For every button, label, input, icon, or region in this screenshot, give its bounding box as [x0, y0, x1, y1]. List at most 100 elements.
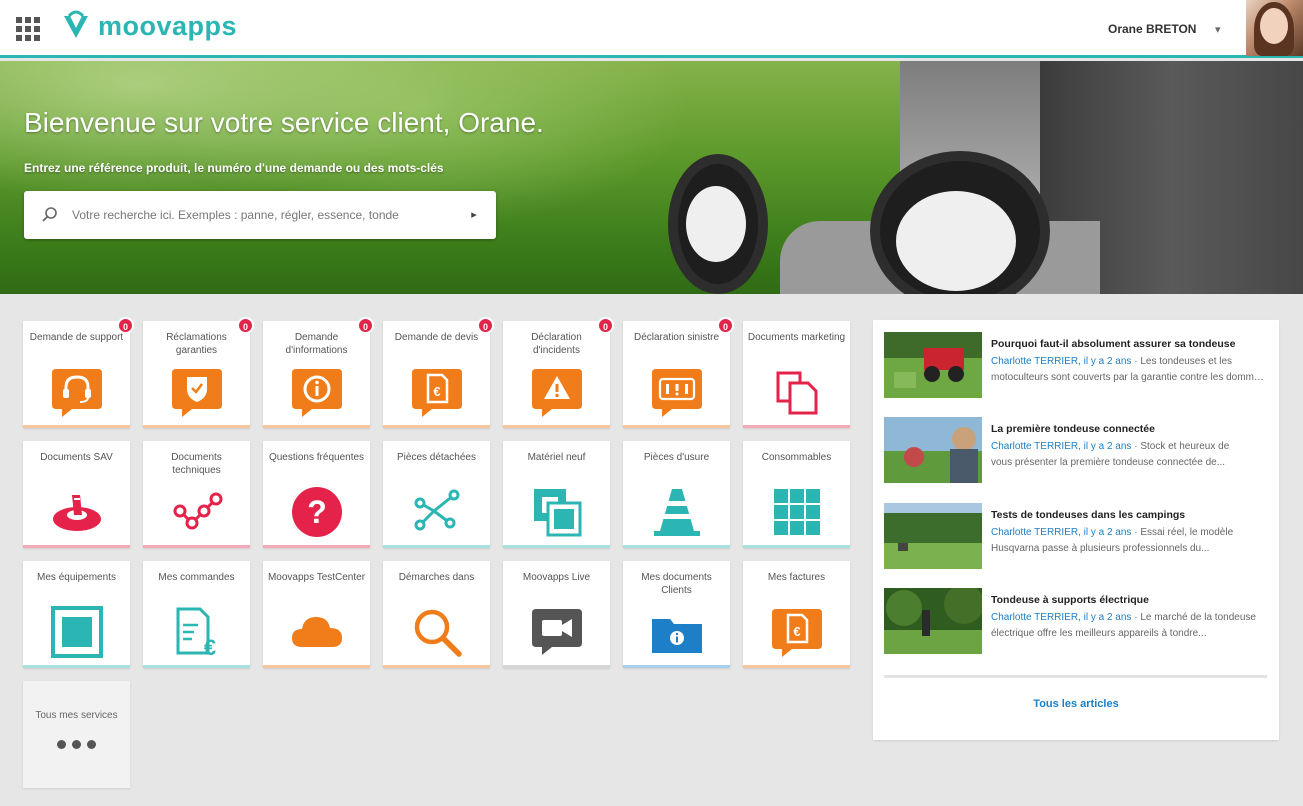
news-title: Tests de tondeuses dans les campings	[991, 509, 1186, 521]
tile-documents-techniques[interactable]: Documents techniques	[143, 441, 250, 548]
tile-label: Pièces d'usure	[643, 452, 710, 463]
tile-demande-support[interactable]: Demande de support 0	[23, 317, 134, 428]
news-meta: Charlotte TERRIER, il y a 2 ans · Les to…	[991, 356, 1233, 367]
all-services-button[interactable]: Tous mes services	[23, 681, 130, 788]
tile-label: Réclamations garanties	[166, 332, 227, 356]
news-thumbnail	[884, 503, 982, 569]
documents-icon	[776, 371, 818, 415]
moovapps-logo-icon	[64, 10, 88, 38]
video-icon	[532, 609, 582, 655]
news-excerpt: vous présenter la première tondeuse conn…	[991, 457, 1226, 468]
news-thumbnail	[884, 417, 982, 483]
tile-questions-frequentes[interactable]: Questions fréquentes ?	[263, 441, 370, 548]
molecule-icon	[173, 492, 223, 530]
news-panel: Pourquoi faut-il absolument assurer sa t…	[873, 320, 1279, 740]
all-articles-link[interactable]: Tous les articles	[873, 698, 1279, 710]
tile-label: Mes factures	[767, 572, 826, 583]
news-item[interactable]: Tondeuse à supports électrique Charlotte…	[884, 588, 1269, 656]
top-bar: moovapps Orane BRETON ▾	[0, 0, 1303, 58]
user-name[interactable]: Orane BRETON	[1108, 22, 1196, 36]
svg-text:€: €	[433, 384, 440, 399]
tile-label: Déclaration sinistre	[633, 332, 720, 343]
tile-label: Demande d'informations	[285, 332, 348, 356]
news-excerpt: Husqvarna passe à plusieurs professionne…	[991, 543, 1210, 554]
tile-pieces-detachees[interactable]: Pièces détachées	[383, 441, 490, 548]
tile-reclamations-garanties[interactable]: Réclamations garanties 0	[143, 317, 254, 428]
tile-pieces-usure[interactable]: Pièces d'usure	[623, 441, 730, 548]
search-bar: ▸	[24, 191, 496, 239]
invoice-euro-icon: €	[176, 607, 216, 659]
invoice-icon: €	[772, 609, 822, 657]
tile-moovapps-live[interactable]: Moovapps Live	[503, 561, 610, 668]
tile-label: Mes documents Clients	[641, 572, 712, 596]
tile-mes-documents-clients[interactable]: Mes documents Clients	[623, 561, 730, 668]
news-thumbnail	[884, 332, 982, 398]
news-thumbnail	[884, 588, 982, 654]
tile-label: Questions fréquentes	[268, 452, 365, 463]
chevron-down-icon[interactable]: ▾	[1215, 23, 1221, 36]
network-icon	[414, 489, 460, 531]
divider	[884, 675, 1267, 678]
search-icon	[42, 207, 57, 222]
tile-consommables[interactable]: Consommables	[743, 441, 850, 548]
hero-banner: Bienvenue sur votre service client, Oran…	[0, 61, 1303, 294]
tile-testcenter[interactable]: Moovapps TestCenter	[263, 561, 370, 668]
news-item[interactable]: Tests de tondeuses dans les campings Cha…	[884, 503, 1269, 571]
folder-info-icon	[652, 619, 702, 653]
search-input[interactable]	[72, 205, 462, 225]
info-icon	[292, 369, 342, 417]
tile-documents-marketing[interactable]: Documents marketing	[743, 321, 850, 428]
tile-label: Déclaration d'incidents	[531, 332, 582, 356]
tile-demande-devis[interactable]: Demande de devis 0 €	[383, 317, 494, 428]
sav-icon	[53, 495, 101, 531]
tile-label: Demande de support	[29, 332, 124, 343]
news-item[interactable]: La première tondeuse connectée Charlotte…	[884, 417, 1269, 485]
tile-label: Moovapps Live	[522, 572, 591, 583]
notification-badge: 0	[357, 317, 374, 334]
tile-declaration-incidents[interactable]: Déclaration d'incidents 0	[503, 317, 614, 428]
news-excerpt: électrique offre les meilleurs appareils…	[991, 628, 1207, 639]
tile-materiel-neuf[interactable]: Matériel neuf	[503, 441, 610, 548]
news-title: La première tondeuse connectée	[991, 423, 1155, 435]
all-services-label: Tous mes services	[35, 710, 118, 721]
tile-label: Mes équipements	[37, 572, 116, 583]
moovapps-logo[interactable]: moovapps	[60, 10, 237, 42]
cone-icon	[654, 489, 700, 536]
search-submit-icon[interactable]: ▸	[462, 203, 486, 227]
magnifier-icon	[414, 609, 462, 657]
welcome-subtitle: Entrez une référence produit, le numéro …	[24, 161, 444, 175]
news-meta: Charlotte TERRIER, il y a 2 ans · Essai …	[991, 527, 1234, 538]
tile-mes-commandes[interactable]: Mes commandes €	[143, 561, 250, 668]
news-title: Tondeuse à supports électrique	[991, 594, 1149, 606]
avatar[interactable]	[1246, 0, 1303, 56]
tile-documents-sav[interactable]: Documents SAV	[23, 441, 130, 548]
tile-label: Demande de devis	[394, 332, 479, 343]
svg-text:€: €	[793, 624, 800, 639]
tile-demarches[interactable]: Démarches dans	[383, 561, 490, 668]
quote-icon: €	[412, 369, 462, 417]
news-excerpt: motoculteurs sont couverts par la garant…	[991, 372, 1269, 383]
app-launcher-icon[interactable]	[16, 17, 40, 41]
grid-icon	[774, 489, 820, 535]
news-item[interactable]: Pourquoi faut-il absolument assurer sa t…	[884, 332, 1269, 400]
squares-icon	[534, 489, 582, 537]
notification-badge: 0	[237, 317, 254, 334]
tile-declaration-sinistre[interactable]: Déclaration sinistre 0	[623, 317, 734, 428]
tile-label: Documents techniques	[171, 452, 222, 476]
news-title: Pourquoi faut-il absolument assurer sa t…	[991, 338, 1236, 350]
logo-text: moovapps	[98, 10, 238, 41]
news-meta: Charlotte TERRIER, il y a 2 ans · Stock …	[991, 441, 1230, 452]
notification-badge: 0	[477, 317, 494, 334]
tile-label: Documents marketing	[747, 332, 846, 343]
shield-icon	[172, 369, 222, 417]
news-meta: Charlotte TERRIER, il y a 2 ans · Le mar…	[991, 612, 1256, 623]
more-dots-icon	[57, 740, 96, 749]
tile-label: Moovapps TestCenter	[267, 572, 366, 583]
notification-badge: 0	[117, 317, 134, 334]
tile-label: Pièces détachées	[397, 452, 476, 463]
tile-mes-factures[interactable]: Mes factures €	[743, 561, 850, 668]
tile-label: Démarches dans	[398, 572, 475, 583]
svg-text:€: €	[204, 635, 216, 659]
tile-demande-informations[interactable]: Demande d'informations 0	[263, 317, 374, 428]
tile-mes-equipements[interactable]: Mes équipements	[23, 561, 130, 668]
